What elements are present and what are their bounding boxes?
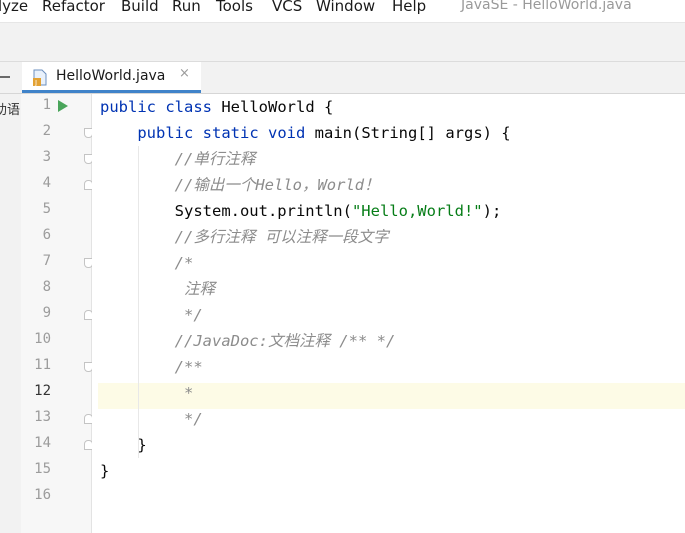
menu-window[interactable]: Window (316, 0, 375, 15)
menu-build[interactable]: Build (121, 0, 159, 15)
run-icon[interactable] (58, 100, 68, 112)
code-line-11: /** (174, 358, 203, 376)
code-line-7: /* (174, 254, 194, 272)
menu-refactor[interactable]: Refactor (42, 0, 105, 15)
tab-helloworld-java[interactable]: J HelloWorld.java × (22, 62, 201, 93)
line-number: 2 (42, 123, 51, 139)
editor-tab-strip: J HelloWorld.java × (0, 62, 685, 94)
code-line-6: //多行注释 可以注释一段文字 (174, 228, 389, 246)
code-line-10: //JavaDoc:文档注释 /** */ (174, 332, 396, 350)
line-number: 16 (34, 487, 51, 503)
menu-vcs[interactable]: VCS (272, 0, 302, 15)
left-tool-strip: 助语 (0, 94, 21, 533)
code-line-9: */ (174, 306, 203, 324)
code-line-1: public class HelloWorld { (100, 98, 334, 116)
line-number: 13 (34, 409, 51, 425)
menu-bar: lyze Refactor Build Run Tools VCS Window… (0, 0, 685, 23)
menu-run[interactable]: Run (172, 0, 201, 15)
code-line-12: * (174, 384, 194, 402)
code-line-14: } (137, 436, 147, 454)
tab-label: HelloWorld.java (56, 68, 166, 84)
code-line-2: public static void main(String[] args) { (137, 124, 511, 142)
line-number: 5 (42, 201, 51, 217)
line-number: 6 (42, 227, 51, 243)
code-editor[interactable]: public class HelloWorld { public static … (92, 94, 685, 533)
code-line-5: System.out.println("Hello,World!"); (174, 202, 502, 220)
line-number: 10 (34, 331, 51, 347)
line-number: 8 (42, 279, 51, 295)
menu-help[interactable]: Help (392, 0, 426, 15)
code-line-15: } (100, 462, 110, 480)
line-number: 14 (34, 435, 51, 451)
line-number: 1 (42, 97, 51, 113)
line-number-current: 12 (34, 383, 51, 399)
svg-text:J: J (34, 79, 37, 86)
line-number: 4 (42, 175, 51, 191)
line-number: 9 (42, 305, 51, 321)
code-line-8: 注释 (174, 280, 215, 298)
line-number: 3 (42, 149, 51, 165)
code-line-3: //单行注释 (174, 150, 256, 168)
line-number: 7 (42, 253, 51, 269)
tab-strip-minimize-icon[interactable] (0, 76, 10, 78)
editor-gutter: 1 2 3 4 5 6 7 8 9 10 11 12 13 14 15 16 (21, 94, 93, 533)
close-icon[interactable]: × (179, 66, 190, 81)
menu-tools[interactable]: Tools (216, 0, 253, 15)
left-strip-label: 助语 (0, 103, 21, 118)
toolbar (0, 23, 685, 62)
menu-analyze[interactable]: lyze (0, 0, 28, 15)
code-line-13: */ (174, 410, 203, 428)
line-number: 11 (34, 357, 51, 373)
window-title: JavaSE - HelloWorld.java (461, 0, 632, 13)
code-line-4: //输出一个Hello，World！ (174, 176, 380, 194)
java-file-icon: J (33, 69, 47, 86)
line-number: 15 (34, 461, 51, 477)
